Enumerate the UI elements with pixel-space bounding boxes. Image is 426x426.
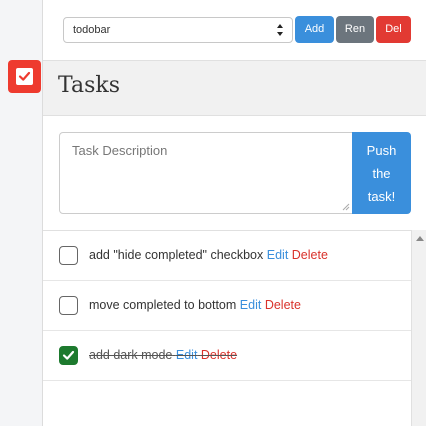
- scroll-up-arrow-icon[interactable]: [416, 236, 424, 241]
- delete-task-link[interactable]: Delete: [201, 348, 237, 362]
- list-select-value: todobar: [73, 24, 111, 36]
- list-select[interactable]: todobar: [63, 17, 293, 43]
- edit-task-link[interactable]: Edit: [267, 248, 289, 262]
- task-description-input[interactable]: Task Description: [59, 132, 353, 214]
- toolbar: todobar Add Ren Del: [43, 0, 426, 60]
- task-text: add dark mode: [89, 348, 173, 362]
- task-label: move completed to bottom Edit Delete: [89, 298, 301, 312]
- task-row: add "hide completed" checkbox Edit Delet…: [43, 231, 411, 281]
- checkmark-icon: [62, 350, 75, 360]
- todo-panel: todobar Add Ren Del Tasks Task Descripti…: [42, 0, 426, 426]
- push-task-button[interactable]: Push the task!: [352, 132, 411, 214]
- select-arrows-icon: [277, 24, 283, 36]
- task-row: move completed to bottom Edit Delete: [43, 281, 411, 331]
- task-checkbox-checked[interactable]: [59, 346, 78, 365]
- task-list: add "hide completed" checkbox Edit Delet…: [43, 230, 411, 426]
- delete-task-link[interactable]: Delete: [265, 298, 301, 312]
- edit-task-link[interactable]: Edit: [240, 298, 262, 312]
- push-label-line3: task!: [367, 189, 396, 204]
- task-checkbox[interactable]: [59, 246, 78, 265]
- delete-list-button[interactable]: Del: [376, 16, 411, 43]
- delete-task-link[interactable]: Delete: [292, 248, 328, 262]
- rename-list-button[interactable]: Ren: [336, 16, 374, 43]
- task-list-scrollbar[interactable]: [411, 230, 426, 426]
- checkmark-box: [16, 68, 33, 85]
- app-checkbox-icon[interactable]: [8, 60, 41, 93]
- edit-task-link[interactable]: Edit: [176, 348, 198, 362]
- task-checkbox[interactable]: [59, 296, 78, 315]
- task-description-placeholder: Task Description: [72, 143, 168, 158]
- task-label: add dark mode Edit Delete: [89, 348, 237, 362]
- push-label-line1: Push: [366, 143, 397, 158]
- checkmark-icon: [18, 71, 31, 81]
- task-label: add "hide completed" checkbox Edit Delet…: [89, 248, 328, 262]
- page-header: Tasks: [43, 60, 426, 116]
- resize-grip-icon[interactable]: [342, 203, 350, 211]
- add-list-button[interactable]: Add: [295, 16, 334, 43]
- task-row: add dark mode Edit Delete: [43, 331, 411, 381]
- push-label-line2: the: [372, 166, 391, 181]
- task-text: move completed to bottom: [89, 298, 237, 312]
- task-text: add "hide completed" checkbox: [89, 248, 264, 262]
- page-title: Tasks: [58, 73, 120, 98]
